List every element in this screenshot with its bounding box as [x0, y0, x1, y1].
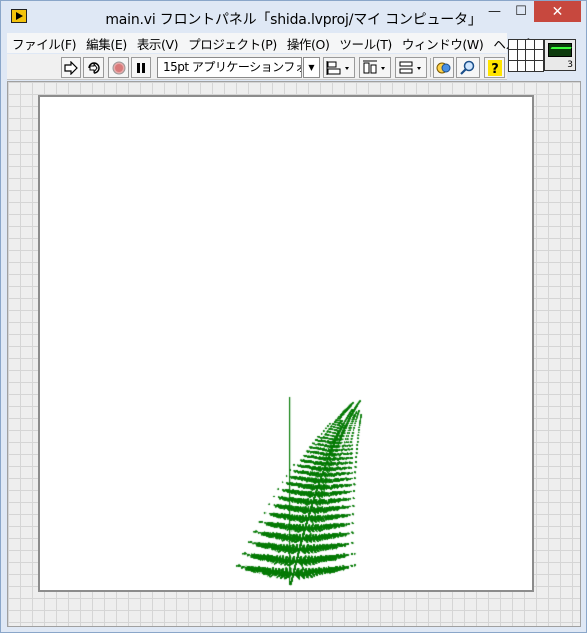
abort-icon [112, 61, 125, 74]
vi-icon-number: 3 [567, 60, 573, 70]
context-help-button[interactable]: ? [484, 57, 505, 78]
menu-view[interactable]: 表示(V) [132, 34, 183, 53]
toolbar-separator [430, 58, 431, 77]
title-bar: main.vi フロントパネル「shida.lvproj/マイ コンピュータ」 … [1, 1, 586, 33]
connector-pane[interactable] [508, 39, 544, 72]
waveform-icon [548, 47, 572, 53]
align-objects-button[interactable] [323, 57, 355, 78]
resize-objects-icon [399, 61, 421, 73]
resize-objects-button[interactable] [395, 57, 427, 78]
pause-button[interactable] [131, 57, 151, 78]
distribute-objects-button[interactable] [359, 57, 391, 78]
search-icon [460, 60, 475, 75]
maximize-button[interactable]: ☐ [508, 1, 534, 22]
menu-project[interactable]: プロジェクト(P) [183, 34, 282, 53]
font-dropdown-arrow-icon[interactable]: ▼ [303, 57, 320, 78]
pause-icon [137, 62, 145, 73]
labview-front-panel-window: main.vi フロントパネル「shida.lvproj/マイ コンピュータ」 … [0, 0, 587, 633]
reorder-icon [436, 62, 450, 73]
menu-file[interactable]: ファイル(F) [7, 34, 81, 53]
menu-bar: ファイル(F) 編集(E) 表示(V) プロジェクト(P) 操作(O) ツール(… [7, 33, 530, 53]
toolbar: 15pt アプリケーションフォント ▼ [7, 54, 507, 80]
distribute-objects-icon [363, 60, 385, 73]
menu-edit[interactable]: 編集(E) [81, 34, 132, 53]
minimize-button[interactable]: — [481, 1, 508, 22]
menu-tools[interactable]: ツール(T) [334, 34, 397, 53]
front-panel-grid [7, 81, 581, 627]
svg-text:?: ? [491, 62, 499, 76]
run-arrow-icon [64, 60, 78, 75]
menu-operate[interactable]: 操作(O) [282, 34, 335, 53]
reorder-button[interactable] [433, 57, 454, 78]
align-objects-icon [326, 60, 349, 75]
font-selector[interactable]: 15pt アプリケーションフォント [157, 57, 302, 78]
vi-icon[interactable]: 3 [544, 39, 576, 71]
barnsley-fern-image [40, 97, 532, 590]
abort-button[interactable] [108, 57, 129, 78]
close-button[interactable]: ✕ [534, 1, 581, 22]
menu-window[interactable]: ウィンドウ(W) [397, 34, 488, 53]
fern-picture-indicator [38, 95, 534, 592]
run-continuously-icon [87, 61, 100, 74]
search-button[interactable] [456, 57, 480, 78]
run-continuously-button[interactable] [83, 57, 104, 78]
context-help-icon: ? [487, 59, 502, 76]
run-button[interactable] [61, 57, 81, 78]
